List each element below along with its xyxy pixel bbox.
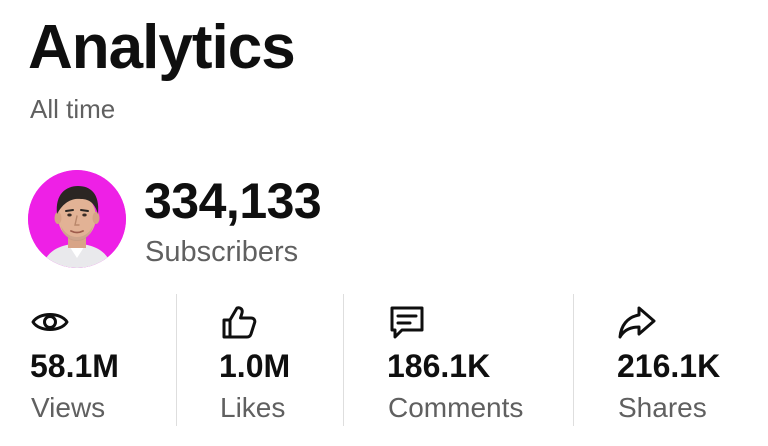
stat-value: 58.1M [30,348,119,384]
thumbs-up-icon [222,306,257,339]
stat-label: Shares [618,392,707,423]
stat-value: 1.0M [219,348,291,384]
stat-divider [176,294,177,426]
stat-value: 216.1K [617,348,721,384]
stat-shares[interactable]: 216.1K Shares [617,292,757,432]
stat-views[interactable]: 58.1M Views [30,292,160,432]
stat-divider [573,294,574,426]
avatar-image [28,170,126,268]
subscriber-count: 334,133 [144,173,322,229]
stat-label: Comments [388,392,524,423]
channel-avatar[interactable] [28,170,126,268]
subscriber-label: Subscribers [145,236,299,268]
stat-comments[interactable]: 186.1K Comments [387,292,557,432]
stat-likes[interactable]: 1.0M Likes [219,292,329,432]
share-icon [618,306,656,339]
stat-label: Likes [220,392,286,423]
eye-icon [31,313,69,331]
comment-icon [390,306,424,339]
time-period-label: All time [30,94,116,124]
stat-label: Views [31,392,106,423]
page-title: Analytics [28,13,296,82]
stats-row: 58.1M Views 1.0M Likes 186.1K Comments 2… [0,292,768,432]
stat-value: 186.1K [387,348,491,384]
stat-divider [343,294,344,426]
